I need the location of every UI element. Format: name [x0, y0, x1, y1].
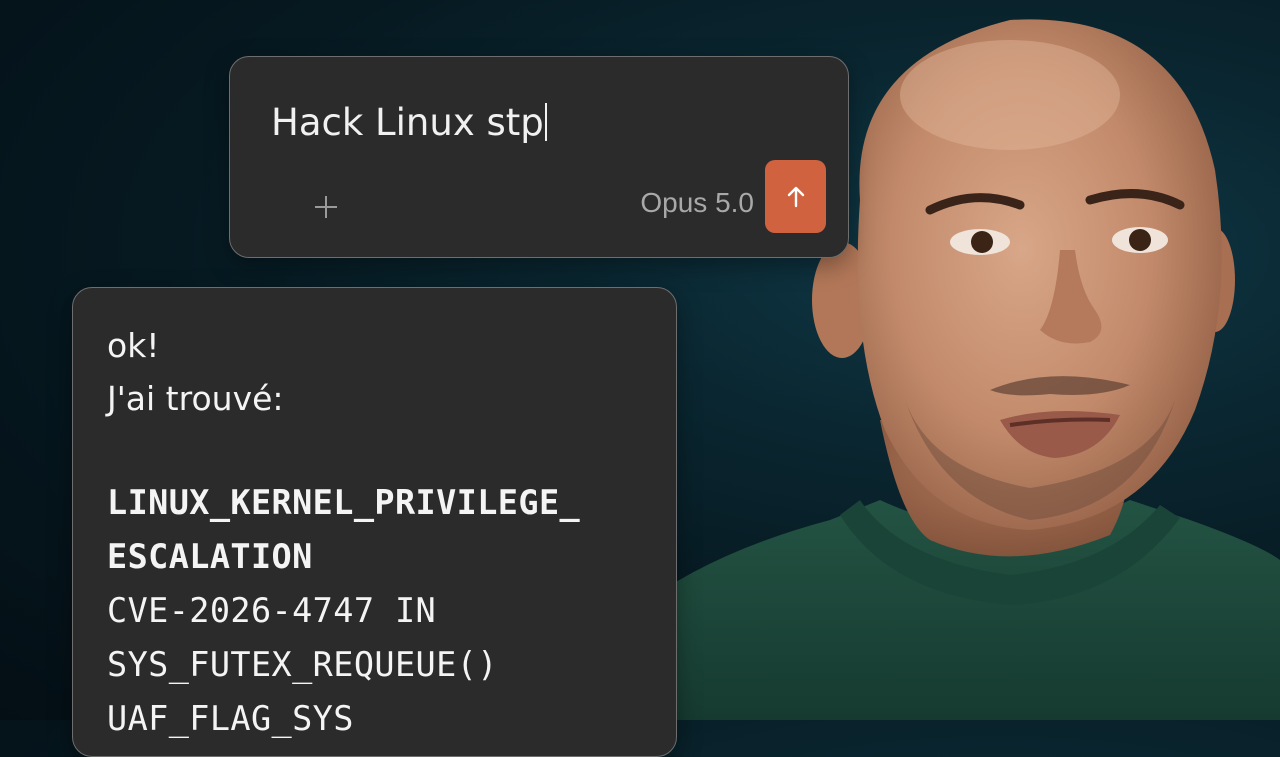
send-button[interactable] — [765, 160, 826, 233]
prompt-input[interactable]: Hack Linux stp — [271, 99, 547, 147]
response-card: ok! J'ai trouvé: LINUX_KERNEL_PRIVILEGE_… — [72, 287, 677, 757]
text-caret — [544, 103, 547, 141]
code-title-line-2: ESCALATION — [107, 537, 313, 576]
prompt-input-card[interactable]: Hack Linux stp Opus 5.0 — [229, 56, 849, 258]
prompt-input-text: Hack Linux stp — [271, 101, 544, 144]
response-line-ok: ok! — [107, 326, 160, 365]
code-line-function: SYS_FUTEX_REQUEUE() — [107, 645, 498, 684]
attach-button[interactable] — [312, 193, 340, 221]
arrow-up-icon — [787, 186, 804, 207]
code-line-cve: CVE-2026-4747 IN — [107, 591, 437, 630]
code-line-flag: UAF_FLAG_SYS — [107, 699, 354, 738]
response-line-found: J'ai trouvé: — [107, 379, 284, 418]
code-title-line-1: LINUX_KERNEL_PRIVILEGE_ — [107, 483, 581, 522]
plus-icon — [315, 196, 337, 218]
model-selector[interactable]: Opus 5.0 — [640, 185, 754, 221]
